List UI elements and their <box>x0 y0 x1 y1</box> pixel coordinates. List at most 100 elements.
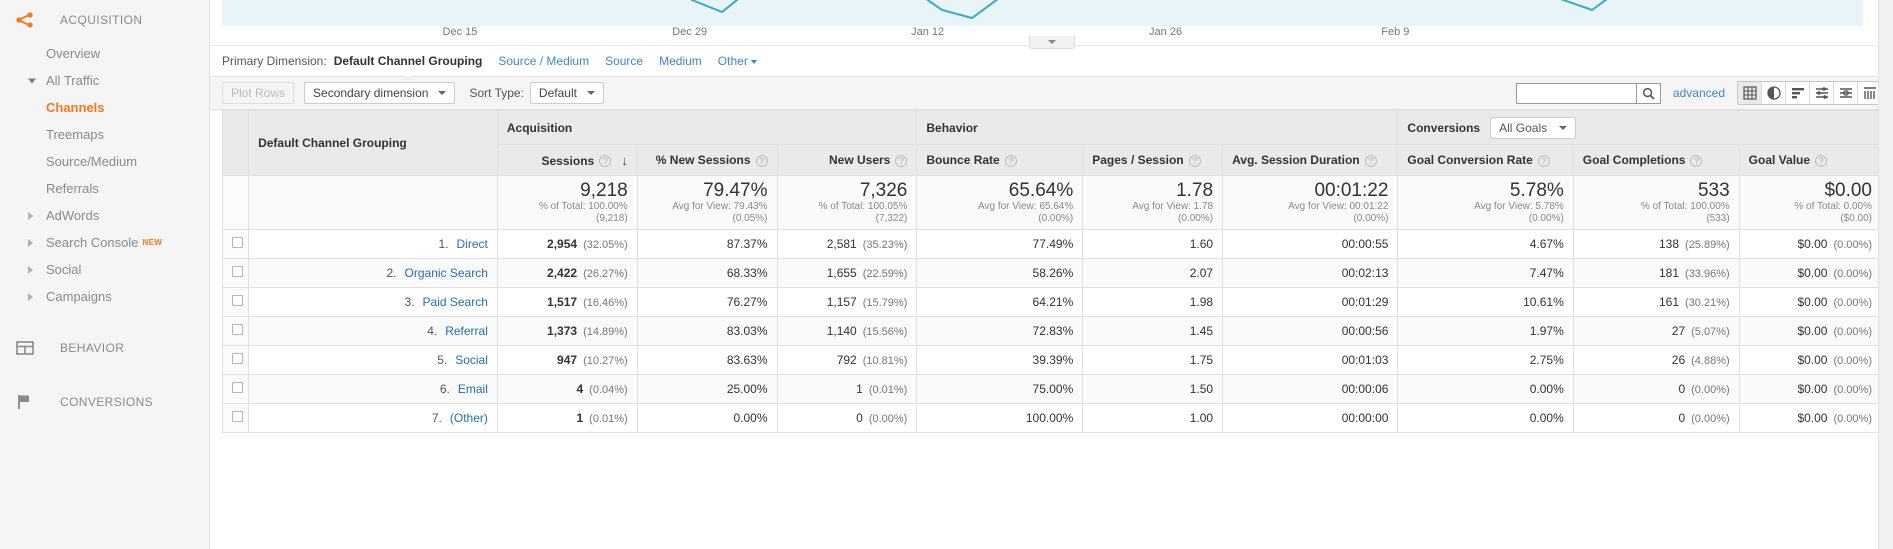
sidebar-item-referrals[interactable]: Referrals <box>0 175 209 202</box>
sort-type-button[interactable]: Default <box>530 82 604 104</box>
row-checkbox[interactable] <box>232 324 243 335</box>
help-icon[interactable]: ? <box>1189 155 1201 167</box>
row-dimension-link[interactable]: Referral <box>445 324 488 338</box>
group-header-conversions-label: Conversions <box>1407 121 1480 135</box>
row-dimension-link[interactable]: (Other) <box>450 411 488 425</box>
primary-dimension-source-medium[interactable]: Source / Medium <box>498 54 589 68</box>
column-header-pages-session[interactable]: Pages / Session? <box>1083 145 1223 176</box>
column-header-goal-completions[interactable]: Goal Completions? <box>1573 145 1739 176</box>
dimension-header[interactable]: Default Channel Grouping <box>249 111 498 176</box>
help-icon[interactable]: ? <box>1690 155 1702 167</box>
row-dimension-link[interactable]: Organic Search <box>405 266 488 280</box>
sidebar-section-conversions[interactable]: CONVERSIONS <box>0 382 209 422</box>
sidebar-section-behavior[interactable]: BEHAVIOR <box>0 328 209 368</box>
row-checkbox[interactable] <box>232 353 243 364</box>
row-checkbox[interactable] <box>232 266 243 277</box>
sidebar-section-acquisition[interactable]: ACQUISITION <box>0 0 209 40</box>
chevron-down-icon <box>751 60 757 64</box>
row-dimension-link[interactable]: Paid Search <box>423 295 488 309</box>
summary-sub2: (533) <box>1583 213 1730 225</box>
row-checkbox-cell <box>223 375 249 404</box>
help-icon[interactable]: ? <box>599 155 611 167</box>
column-header-new-sessions[interactable]: % New Sessions? <box>637 145 777 176</box>
search-input[interactable] <box>1516 83 1636 104</box>
help-icon[interactable]: ? <box>895 155 907 167</box>
sidebar-section-label: CONVERSIONS <box>60 395 153 409</box>
column-header-bounce-rate[interactable]: Bounce Rate? <box>917 145 1083 176</box>
vertical-scrollbar[interactable] <box>1878 0 1893 549</box>
column-header-avg-session-duration[interactable]: Avg. Session Duration? <box>1223 145 1398 176</box>
primary-dimension-medium[interactable]: Medium <box>659 54 702 68</box>
cell-percent: (5.07%) <box>1691 326 1730 338</box>
pie-chart-view-icon[interactable] <box>1762 82 1786 104</box>
cell-bounce-rate: 58.26% <box>917 259 1083 288</box>
column-header-goal-value[interactable]: Goal Value? <box>1739 145 1881 176</box>
help-icon[interactable]: ? <box>756 155 768 167</box>
row-dimension-link[interactable]: Direct <box>457 237 488 251</box>
axis-tick: Feb 9 <box>1381 26 1409 38</box>
row-checkbox[interactable] <box>232 295 243 306</box>
performance-view-icon[interactable] <box>1810 82 1834 104</box>
row-dimension-link[interactable]: Social <box>455 353 488 367</box>
plot-rows-button[interactable]: Plot Rows <box>222 82 294 104</box>
cell-value: 26 <box>1672 353 1685 367</box>
table-row: 5.Social947(10.27%)83.63%792(10.81%)39.3… <box>223 346 1882 375</box>
cell-new-users: 0(0.00%) <box>777 404 917 433</box>
primary-dimension-source[interactable]: Source <box>605 54 643 68</box>
help-icon[interactable]: ? <box>1538 155 1550 167</box>
cell-new-sessions: 83.03% <box>637 317 777 346</box>
column-header-goal-conversion-rate[interactable]: Goal Conversion Rate? <box>1398 145 1573 176</box>
advanced-filter-link[interactable]: advanced <box>1673 86 1725 100</box>
sidebar-item-all-traffic[interactable]: All Traffic <box>0 67 209 94</box>
help-icon[interactable]: ? <box>1365 155 1377 167</box>
sidebar-item-source-medium[interactable]: Source/Medium <box>0 148 209 175</box>
table-summary-row: 9,218 % of Total: 100.00% (9,218) 79.47%… <box>223 176 1882 230</box>
cell-percent: (35.23%) <box>863 239 908 251</box>
sidebar-item-social[interactable]: Social <box>0 256 209 283</box>
cell-percent: (32.05%) <box>583 239 628 251</box>
bar-chart-view-icon[interactable] <box>1786 82 1810 104</box>
sidebar-item-adwords[interactable]: AdWords <box>0 202 209 229</box>
search-button[interactable] <box>1636 83 1661 104</box>
sidebar-item-overview[interactable]: Overview <box>0 40 209 67</box>
all-goals-select[interactable]: All Goals <box>1490 117 1576 139</box>
sidebar-item-channels[interactable]: Channels <box>0 94 209 121</box>
column-header-sessions[interactable]: Sessions?↓ <box>497 145 637 176</box>
secondary-dimension-button[interactable]: Secondary dimension <box>304 82 455 104</box>
summary-sub1: Avg for View: 79.43% <box>647 201 768 213</box>
cell-new-sessions: 25.00% <box>637 375 777 404</box>
new-badge: NEW <box>143 238 163 247</box>
help-icon[interactable]: ? <box>1005 155 1017 167</box>
summary-value: 00:01:22 <box>1232 180 1388 201</box>
cell-bounce-rate: 100.00% <box>917 404 1083 433</box>
row-checkbox[interactable] <box>232 237 243 248</box>
help-icon[interactable]: ? <box>1815 155 1827 167</box>
cell-sessions: 1,517(16.46%) <box>497 288 637 317</box>
cell-percent: (26.27%) <box>583 268 628 280</box>
summary-value: 5.78% <box>1407 180 1563 201</box>
comparison-view-icon[interactable] <box>1834 82 1858 104</box>
chevron-right-icon <box>28 293 33 301</box>
row-dimension-link[interactable]: Email <box>458 382 488 396</box>
table-view-icon[interactable] <box>1738 82 1762 104</box>
summary-sub2: (0.00%) <box>1092 213 1213 225</box>
cell-value: 2,954 <box>547 237 577 251</box>
summary-sub1: Avg for View: 1.78 <box>1092 201 1213 213</box>
cell-bounce-rate: 77.49% <box>917 230 1083 259</box>
row-dimension-cell: 1.Direct <box>249 230 498 259</box>
row-checkbox[interactable] <box>232 382 243 393</box>
primary-dimension-current[interactable]: Default Channel Grouping <box>334 54 483 68</box>
chevron-right-icon <box>28 239 33 247</box>
cell-new-sessions: 0.00% <box>637 404 777 433</box>
row-checkbox[interactable] <box>232 411 243 422</box>
primary-dimension-other[interactable]: Other <box>718 54 757 68</box>
row-index: 3. <box>399 295 415 309</box>
axis-tick: Dec 29 <box>672 26 707 38</box>
cell-goal-completions: 0(0.00%) <box>1573 375 1739 404</box>
sidebar-item-campaigns[interactable]: Campaigns <box>0 283 209 310</box>
cell-new-sessions: 76.27% <box>637 288 777 317</box>
sidebar-item-treemaps[interactable]: Treemaps <box>0 121 209 148</box>
chart-collapse-toggle[interactable] <box>1029 36 1075 49</box>
column-header-new-users[interactable]: New Users? <box>777 145 917 176</box>
sidebar-item-search-console[interactable]: Search Console NEW <box>0 229 209 256</box>
